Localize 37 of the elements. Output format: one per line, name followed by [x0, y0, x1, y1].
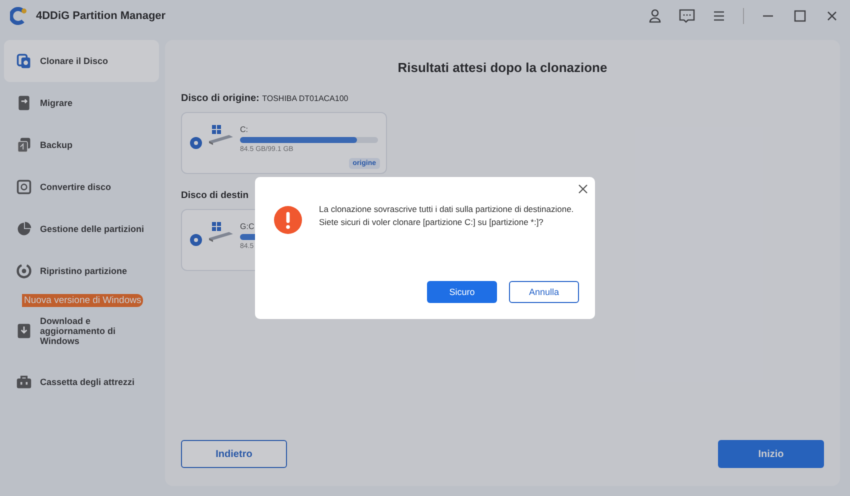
- partition-label: C:: [240, 125, 249, 134]
- dialog-message: La clonazione sovrascrive tutti i dati sulla partizione di destinazione. Siete sicuri di voler clonare [partizione C:] su [partizione *:]?: [319, 203, 575, 230]
- radio-button[interactable]: [190, 137, 202, 149]
- warning-icon: [273, 205, 303, 235]
- new-version-badge: Nuova versione di Windows: [22, 294, 144, 307]
- restore-icon: [16, 263, 32, 279]
- sidebar-item[interactable]: Backup: [4, 124, 159, 166]
- back-button[interactable]: Indietro: [181, 440, 287, 468]
- destination-disk-label: Disco di destin: [181, 190, 249, 201]
- cancel-button[interactable]: Annulla: [509, 281, 579, 303]
- backup-icon: [16, 137, 32, 153]
- sidebar-item[interactable]: Download e aggiornamento di Windows: [4, 307, 159, 355]
- sidebar-item[interactable]: Convertire disco: [4, 166, 159, 208]
- close-icon[interactable]: [578, 184, 588, 194]
- toolbox-icon: [16, 374, 32, 390]
- sidebar-item[interactable]: Clonare il Disco: [4, 40, 159, 82]
- user-icon[interactable]: [647, 8, 663, 24]
- drive-icon: [208, 125, 234, 147]
- drive-icon: [208, 222, 234, 244]
- convert-icon: [16, 179, 32, 195]
- download-icon: [16, 323, 32, 339]
- logo-icon: [10, 7, 28, 25]
- source-disk-label: Disco di origine: TOSHIBA DT01ACA100: [181, 93, 350, 104]
- page-heading: Risultati attesi dopo la clonazione: [396, 60, 608, 75]
- pie-icon: [16, 221, 32, 237]
- radio-button[interactable]: [190, 234, 202, 246]
- confirm-button[interactable]: Sicuro: [427, 281, 497, 303]
- start-button[interactable]: Inizio: [718, 440, 824, 468]
- sidebar-item[interactable]: Gestione delle partizioni: [4, 208, 159, 250]
- maximize-icon[interactable]: [792, 8, 808, 24]
- window-title: 4DDiG Partition Manager: [36, 10, 167, 22]
- sidebar-item[interactable]: Cassetta degli attrezzi: [4, 361, 159, 403]
- sidebar-item[interactable]: Migrare: [4, 82, 159, 124]
- sidebar-item[interactable]: Ripristino partizione: [4, 250, 159, 292]
- migrate-icon: [16, 95, 32, 111]
- chat-icon[interactable]: [679, 8, 695, 24]
- clone-icon: [16, 53, 32, 69]
